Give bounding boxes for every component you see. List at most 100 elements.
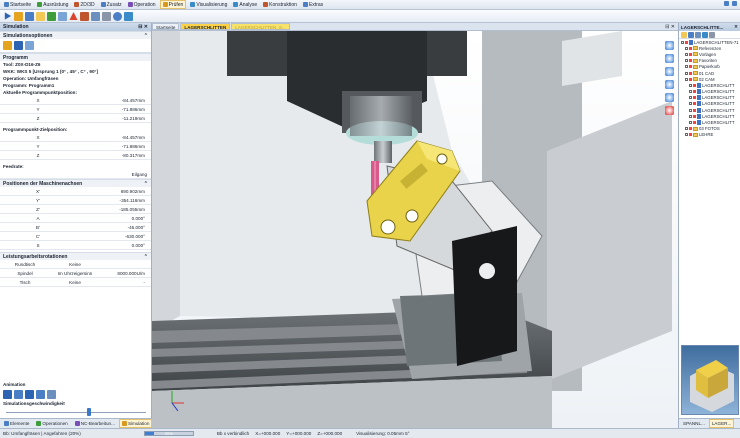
zoom-fit-icon[interactable] — [665, 80, 674, 89]
menu-item-extras[interactable]: Extras — [301, 0, 325, 9]
tree-item[interactable]: LEHRE — [679, 132, 740, 138]
menu-item-operation[interactable]: Operation — [126, 0, 158, 9]
menu-item-visualisierung[interactable]: Visualisierung — [188, 0, 229, 9]
menu-item-startseite[interactable]: Startseite — [2, 0, 33, 9]
tree-panel-title-label: LAGERSCHLITTE... — [681, 24, 724, 30]
filter-icon[interactable] — [695, 31, 701, 38]
menu-item-zusatz[interactable]: Zusatz — [99, 0, 124, 9]
expand-icon[interactable] — [685, 52, 688, 56]
tab-controls-icon[interactable]: ⊟ ✕ — [665, 24, 675, 30]
options-icon[interactable] — [709, 31, 715, 38]
sim-options-head[interactable]: Simulationsoptionen ⌃ — [0, 31, 151, 39]
expand-icon[interactable] — [685, 77, 688, 81]
expand-icon[interactable] — [685, 59, 688, 63]
expand-icon[interactable] — [685, 127, 688, 131]
axis-value: 0.000° — [131, 215, 145, 221]
tab-lagerschlitten-ghost[interactable]: LAGERSCHLITTEN_S... — [231, 23, 290, 30]
expand-icon[interactable] — [689, 102, 692, 106]
document-tabs: Startseite LAGERSCHLITTEN LAGERSCHLITTEN… — [152, 23, 678, 31]
tool-holder — [374, 141, 392, 163]
expand-icon[interactable] — [685, 133, 688, 137]
tab-lagerschlitten[interactable]: LAGERSCHLITTEN — [180, 23, 231, 30]
pan-icon[interactable] — [665, 67, 674, 76]
document-icon — [697, 95, 701, 101]
arrow-down-icon[interactable] — [14, 41, 23, 50]
expand-icon[interactable] — [689, 108, 692, 112]
rotations-table: Rundtisch Keine Spindel Im Uhrzeigersinn 800… — [0, 260, 151, 287]
tab-operationen[interactable]: Operationen — [33, 419, 70, 428]
refresh-icon[interactable] — [688, 31, 694, 38]
coordinate-row: Y -71.886mm — [0, 142, 151, 151]
expand-icon[interactable] — [681, 40, 684, 44]
part-icon[interactable] — [36, 11, 45, 21]
report-icon[interactable] — [124, 11, 133, 21]
panel-close-icon[interactable]: ✕ — [734, 24, 738, 30]
view-navigation — [665, 41, 674, 115]
feed-head: Feedrate: — [3, 164, 24, 169]
compare-icon[interactable] — [91, 11, 100, 21]
expand-icon[interactable] — [685, 71, 688, 75]
speed-slider[interactable] — [6, 407, 146, 417]
view-icon[interactable] — [25, 11, 34, 21]
machine-axes-label: Positionen der Maschinenachsen — [3, 180, 83, 187]
panel-close-icon[interactable]: ⊟ ✕ — [138, 24, 148, 30]
expand-icon[interactable] — [685, 46, 688, 50]
rotation-speed: - — [143, 279, 145, 285]
speed-slider-thumb[interactable] — [87, 408, 92, 416]
menu-item-pr-fen[interactable]: Prüfen — [159, 0, 187, 9]
stock-icon[interactable] — [58, 11, 67, 21]
menu-item-2d-3d[interactable]: 2D/3D — [72, 0, 96, 9]
stock-icon[interactable] — [3, 41, 12, 50]
help-icon[interactable] — [724, 1, 729, 6]
play-icon[interactable] — [4, 12, 12, 20]
info-icon[interactable] — [732, 1, 737, 6]
tree-item-label: 02 CAM — [699, 76, 715, 82]
collapse-icon[interactable]: ⌃ — [144, 181, 148, 187]
measure-icon[interactable] — [14, 11, 23, 21]
play-icon[interactable] — [25, 389, 34, 399]
tool-path-icon[interactable] — [47, 11, 56, 21]
tab-startseite[interactable]: Startseite — [152, 23, 180, 30]
menu-item-analyse[interactable]: Analyse — [231, 0, 259, 9]
cut-icon[interactable] — [80, 11, 89, 21]
collapse-icon[interactable]: ⌃ — [144, 254, 148, 260]
tree-bottom-tabs: SPANNL... LAGER... — [679, 418, 740, 428]
step-back-icon[interactable] — [14, 389, 23, 399]
search-icon[interactable] — [702, 31, 708, 38]
step-forward-icon[interactable] — [36, 389, 45, 399]
tab-nc-bearbeitun[interactable]: NC-Bearbeitun... — [72, 419, 118, 428]
new-folder-icon[interactable] — [681, 31, 687, 38]
machine-view-icon[interactable] — [25, 41, 34, 50]
zoom-in-icon[interactable] — [665, 41, 674, 50]
expand-icon[interactable] — [689, 96, 692, 100]
machine-axes-head[interactable]: Positionen der Maschinenachsen ⌃ — [0, 179, 151, 187]
rotate-icon[interactable] — [665, 54, 674, 63]
menu-item-konstruktion[interactable]: Konstruktion — [261, 0, 299, 9]
left-enclosure-wall — [152, 31, 180, 331]
settings-icon[interactable] — [113, 11, 122, 21]
rotation-row: Spindel Im Uhrzeigersinn 8000.000U/m — [0, 269, 151, 278]
section-view-icon[interactable] — [665, 106, 674, 115]
feed-value: Eilgang — [131, 171, 147, 177]
tree-tab[interactable]: SPANNL... — [680, 419, 708, 428]
menu-item-ausr-stung[interactable]: Ausrüstung — [35, 0, 70, 9]
3d-viewport[interactable]: Startseite LAGERSCHLITTEN LAGERSCHLITTEN… — [152, 23, 678, 428]
coordinate-row: X -84.457mm — [0, 133, 151, 142]
rotations-head[interactable]: Leistungsarbeitsrotationen ⌃ — [0, 252, 151, 260]
tab-elemente[interactable]: Elemente — [1, 419, 32, 428]
tree-tab[interactable]: LAGER... — [708, 419, 735, 428]
rewind-icon[interactable] — [3, 389, 12, 399]
warning-icon[interactable] — [69, 11, 78, 21]
loop-icon[interactable] — [47, 389, 56, 399]
expand-icon[interactable] — [689, 90, 692, 94]
view-cube-icon[interactable] — [665, 93, 674, 102]
expand-icon[interactable] — [689, 83, 692, 87]
expand-icon[interactable] — [689, 121, 692, 125]
tree-item[interactable]: LAGERSCHLITTEN-71 — [679, 39, 740, 45]
tab-simulation[interactable]: Simulation — [118, 419, 153, 428]
expand-icon[interactable] — [685, 65, 688, 69]
collapse-icon[interactable]: ⌃ — [144, 33, 148, 39]
machine-icon[interactable] — [102, 11, 111, 21]
axis-value: -45.000° — [127, 224, 145, 230]
expand-icon[interactable] — [689, 114, 692, 118]
